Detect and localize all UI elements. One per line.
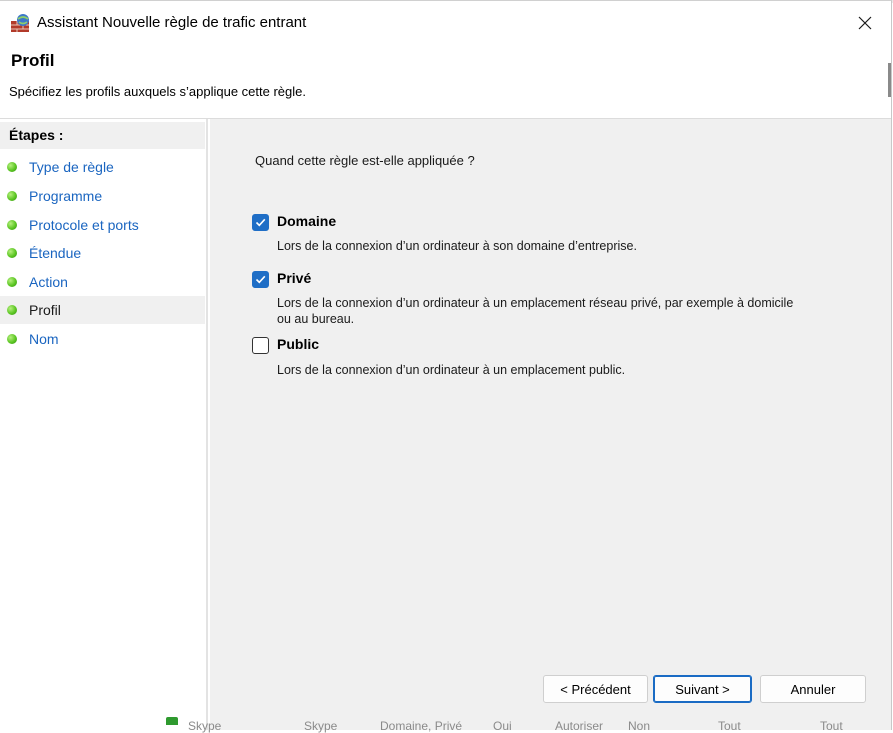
step-label: Programme: [29, 188, 103, 204]
steps-panel: Étapes : Type de règle Programme Protoco…: [0, 119, 208, 730]
page-subtitle: Spécifiez les profils auxquels s’appliqu…: [9, 84, 307, 99]
prive-checkbox[interactable]: [252, 271, 269, 288]
header-scrollbar[interactable]: [888, 63, 891, 97]
close-button[interactable]: [843, 6, 887, 40]
public-label[interactable]: Public: [277, 336, 319, 352]
step-programme[interactable]: Programme: [0, 182, 205, 210]
title-bar[interactable]: Assistant Nouvelle règle de trafic entra…: [0, 3, 891, 41]
domaine-description: Lors de la connexion d’un ordinateur à s…: [277, 239, 637, 253]
step-label: Action: [29, 274, 68, 290]
close-icon: [858, 16, 872, 30]
checkmark-icon: [255, 275, 266, 284]
step-status-icon: [7, 162, 17, 172]
step-status-icon: [7, 191, 17, 201]
window-title: Assistant Nouvelle règle de trafic entra…: [37, 14, 307, 31]
step-protocole-et-ports[interactable]: Protocole et ports: [0, 211, 205, 239]
public-description: Lors de la connexion d’un ordinateur à u…: [277, 363, 626, 377]
public-checkbox[interactable]: [252, 337, 269, 354]
background-cell: Tout: [718, 719, 741, 733]
step-label: Profil: [29, 302, 61, 318]
step-label: Nom: [29, 331, 59, 347]
page-title: Profil: [11, 51, 55, 70]
steps-heading: Étapes :: [0, 122, 205, 149]
prive-description: Lors de la connexion d’un ordinateur à u…: [277, 296, 794, 326]
background-row-icon: [166, 717, 178, 725]
step-etendue[interactable]: Étendue: [0, 239, 205, 267]
content-panel: Quand cette règle est-elle appliquée ? D…: [210, 119, 891, 730]
background-cell: Skype: [188, 719, 222, 733]
domaine-checkbox[interactable]: [252, 214, 269, 231]
step-profil[interactable]: Profil: [0, 296, 205, 324]
step-type-de-regle[interactable]: Type de règle: [0, 153, 205, 181]
background-cell: Non: [628, 719, 651, 733]
cancel-button[interactable]: Annuler: [760, 675, 866, 703]
question-text: Quand cette règle est-elle appliquée ?: [255, 153, 475, 168]
step-status-icon: [7, 248, 17, 258]
background-cell: Tout: [820, 719, 843, 733]
next-button[interactable]: Suivant >: [653, 675, 752, 703]
step-status-icon: [7, 334, 17, 344]
step-status-icon: [7, 277, 17, 287]
wizard-window: Assistant Nouvelle règle de trafic entra…: [0, 0, 892, 730]
step-status-icon: [7, 305, 17, 315]
domaine-label[interactable]: Domaine: [277, 213, 336, 229]
background-cell: Skype: [304, 719, 338, 733]
step-label: Type de règle: [29, 159, 114, 175]
step-nom[interactable]: Nom: [0, 325, 205, 353]
step-label: Protocole et ports: [29, 217, 139, 233]
step-action[interactable]: Action: [0, 268, 205, 296]
checkmark-icon: [255, 218, 266, 227]
previous-button[interactable]: < Précédent: [543, 675, 648, 703]
prive-label[interactable]: Privé: [277, 270, 311, 286]
firewall-icon: [11, 14, 29, 32]
background-cell: Domaine, Privé: [380, 719, 463, 733]
step-status-icon: [7, 220, 17, 230]
background-cell: Oui: [493, 719, 512, 733]
step-label: Étendue: [29, 245, 82, 261]
background-cell: Autoriser: [555, 719, 604, 733]
wizard-header: Profil Spécifiez les profils auxquels s’…: [0, 41, 891, 119]
